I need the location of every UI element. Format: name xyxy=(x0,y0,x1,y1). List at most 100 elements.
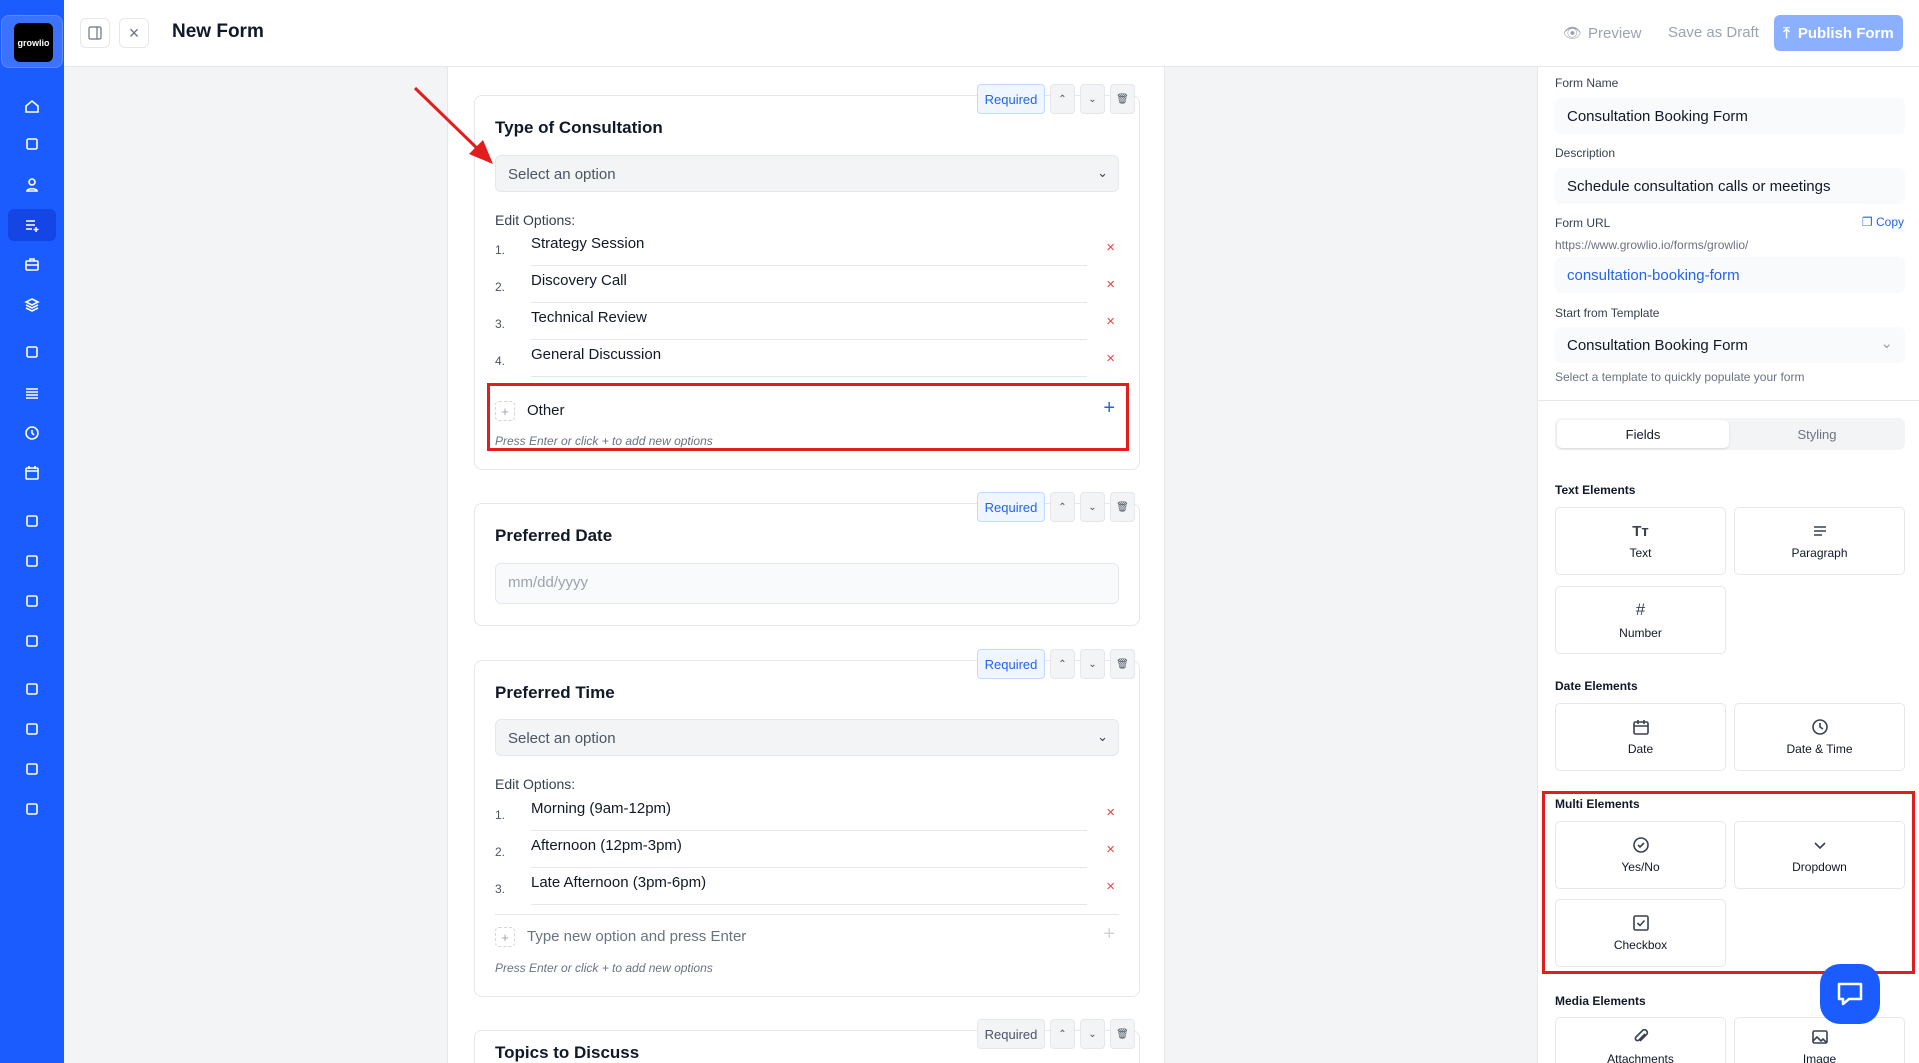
select-placeholder: Select an option xyxy=(508,166,616,183)
remove-option-icon[interactable]: × xyxy=(1106,313,1115,330)
delete-field-button[interactable]: 🗑 xyxy=(1110,84,1135,114)
delete-field-button[interactable]: 🗑 xyxy=(1110,649,1135,679)
option-input[interactable]: General Discussion xyxy=(531,340,1087,377)
required-toggle[interactable]: Required xyxy=(977,649,1045,679)
sidebar-item-receipt[interactable] xyxy=(8,545,56,577)
required-toggle[interactable]: Required xyxy=(977,1019,1045,1049)
move-up-button[interactable]: ⌃ xyxy=(1050,649,1075,679)
template-select[interactable]: Consultation Booking Form ⌄ xyxy=(1555,327,1905,363)
save-draft-button[interactable]: Save as Draft xyxy=(1668,24,1759,41)
publish-button[interactable]: ⤒ Publish Form xyxy=(1774,15,1903,51)
layers-icon xyxy=(24,298,40,312)
sidebar-item-user[interactable] xyxy=(8,169,56,201)
tile-date[interactable]: Date xyxy=(1555,703,1726,771)
eye-icon: 👁 xyxy=(1563,25,1583,42)
option-input[interactable]: Technical Review xyxy=(531,303,1087,340)
paperclip-icon xyxy=(1634,1028,1648,1042)
form-name-input[interactable]: Consultation Booking Form xyxy=(1555,98,1905,134)
new-option-input[interactable]: Type new option and press Enter xyxy=(527,928,746,945)
remove-option-icon[interactable]: × xyxy=(1106,276,1115,293)
option-input[interactable]: Late Afternoon (3pm-6pm) xyxy=(531,868,1087,905)
sidebar-item-coins[interactable] xyxy=(8,625,56,657)
sidebar-item-money[interactable] xyxy=(8,585,56,617)
sidebar-item-clock[interactable] xyxy=(8,417,56,449)
user-list-icon xyxy=(26,803,38,815)
url-slug-input[interactable]: consultation-booking-form xyxy=(1555,257,1905,293)
date-input[interactable]: mm/dd/yyyy xyxy=(495,563,1119,604)
panel-tabs: Fields Styling xyxy=(1555,418,1905,450)
move-up-button[interactable]: ⌃ xyxy=(1050,84,1075,114)
field-controls: Required ⌃ ⌄ 🗑 xyxy=(977,492,1135,522)
sidebar-item-bar-chart[interactable] xyxy=(8,753,56,785)
tile-image[interactable]: Image xyxy=(1734,1017,1905,1063)
field-card-preferred-date[interactable]: Required ⌃ ⌄ 🗑 Preferred Date mm/dd/yyyy xyxy=(474,492,1140,626)
template-value: Consultation Booking Form xyxy=(1567,337,1748,354)
sidebar-item-home[interactable] xyxy=(8,90,56,122)
sidebar-item-calendar[interactable] xyxy=(8,457,56,489)
option-input[interactable]: Strategy Session xyxy=(531,229,1087,266)
tab-fields[interactable]: Fields xyxy=(1557,420,1729,448)
field-controls: Required ⌃ ⌄ 🗑 xyxy=(977,84,1135,114)
required-toggle[interactable]: Required xyxy=(977,492,1045,522)
field-title: Preferred Time xyxy=(495,683,615,702)
divider xyxy=(1538,400,1919,401)
tile-date-time[interactable]: Date & Time xyxy=(1734,703,1905,771)
remove-option-icon[interactable]: × xyxy=(1106,841,1115,858)
option-number: 1. xyxy=(495,808,506,822)
option-select[interactable]: Select an option ⌄ xyxy=(495,155,1119,192)
add-option-button[interactable]: + xyxy=(1103,923,1115,946)
logo-button[interactable]: growlio xyxy=(1,15,63,68)
remove-option-icon[interactable]: × xyxy=(1106,239,1115,256)
sidebar-item-team[interactable] xyxy=(8,128,56,160)
option-select[interactable]: Select an option ⌄ xyxy=(495,719,1119,756)
chat-button[interactable] xyxy=(1820,964,1880,1024)
delete-field-button[interactable]: 🗑 xyxy=(1110,1019,1135,1049)
required-toggle[interactable]: Required xyxy=(977,84,1045,114)
sidebar-item-bag[interactable] xyxy=(8,336,56,368)
publish-label: Publish Form xyxy=(1797,24,1894,42)
coins-icon xyxy=(26,635,38,647)
page-title: New Form xyxy=(172,21,264,42)
sidebar-item-pie-chart[interactable] xyxy=(8,713,56,745)
move-down-button[interactable]: ⌄ xyxy=(1080,649,1105,679)
move-down-button[interactable]: ⌄ xyxy=(1080,84,1105,114)
add-option-icon: + xyxy=(495,927,515,947)
tile-attachments[interactable]: Attachments xyxy=(1555,1017,1726,1063)
trash-icon: 🗑 xyxy=(1116,658,1129,670)
preview-button[interactable]: 👁 Preview xyxy=(1563,24,1641,43)
sidebar-item-list[interactable] xyxy=(8,377,56,409)
sidebar-item-layers[interactable] xyxy=(8,289,56,321)
form-canvas: Required ⌃ ⌄ 🗑 Type of Consultation Select … xyxy=(447,67,1165,1063)
description-input[interactable]: Schedule consultation calls or meetings xyxy=(1555,168,1905,204)
close-button[interactable]: × xyxy=(119,18,149,48)
tile-number[interactable]: # Number xyxy=(1555,586,1726,654)
hash-icon: # xyxy=(1635,600,1646,619)
url-prefix: https://www.growlio.io/forms/growlio/ xyxy=(1555,238,1749,252)
team-icon xyxy=(26,138,38,150)
copy-url-button[interactable]: ❐ Copy xyxy=(1862,215,1904,229)
remove-option-icon[interactable]: × xyxy=(1106,350,1115,367)
tile-paragraph[interactable]: Paragraph xyxy=(1734,507,1905,575)
tile-text[interactable]: Tт Text xyxy=(1555,507,1726,575)
option-input[interactable]: Morning (9am-12pm) xyxy=(531,794,1087,831)
move-down-button[interactable]: ⌄ xyxy=(1080,492,1105,522)
field-card-topics[interactable]: Required ⌃ ⌄ 🗑 Topics to Discuss xyxy=(474,1019,1140,1063)
toggle-sidebar-button[interactable] xyxy=(80,18,110,48)
option-input[interactable]: Discovery Call xyxy=(531,266,1087,303)
sidebar-item-report[interactable] xyxy=(8,673,56,705)
option-row: 3. Late Afternoon (3pm-6pm) × xyxy=(495,868,1119,905)
move-up-button[interactable]: ⌃ xyxy=(1050,1019,1075,1049)
tab-styling[interactable]: Styling xyxy=(1731,420,1903,448)
sidebar-item-user-list[interactable] xyxy=(8,793,56,825)
field-card-preferred-time[interactable]: Required ⌃ ⌄ 🗑 Preferred Time Select an opt… xyxy=(474,649,1140,997)
option-input[interactable]: Afternoon (12pm-3pm) xyxy=(531,831,1087,868)
move-up-button[interactable]: ⌃ xyxy=(1050,492,1075,522)
sidebar-item-basket[interactable] xyxy=(8,505,56,537)
move-down-button[interactable]: ⌄ xyxy=(1080,1019,1105,1049)
remove-option-icon[interactable]: × xyxy=(1106,804,1115,821)
sidebar-item-briefcase[interactable] xyxy=(8,248,56,280)
delete-field-button[interactable]: 🗑 xyxy=(1110,492,1135,522)
sidebar-item-form-add[interactable] xyxy=(8,209,56,241)
remove-option-icon[interactable]: × xyxy=(1106,878,1115,895)
copy-label: Copy xyxy=(1875,215,1904,229)
